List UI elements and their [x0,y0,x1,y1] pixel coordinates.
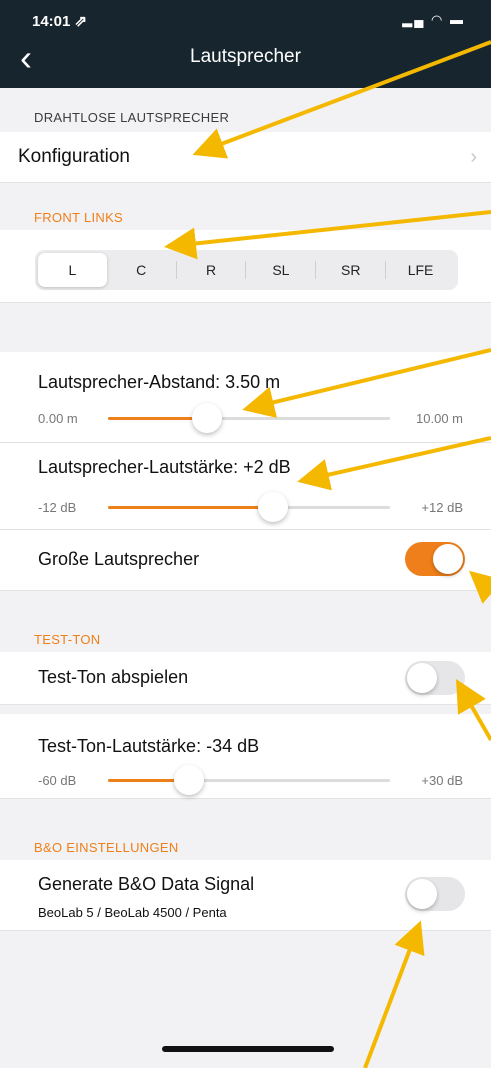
section-header-wireless: DRAHTLOSE LAUTSPRECHER [34,110,230,125]
segment-sr[interactable]: SR [316,253,385,287]
bo-signal-toggle[interactable] [405,877,465,911]
test-tone-volume-slider-thumb[interactable] [174,765,205,795]
page-title: Lautsprecher [190,46,301,67]
speaker-volume-slider-thumb[interactable] [257,492,288,522]
distance-max: 10.00 m [416,411,463,426]
configuration-label: Konfiguration [18,146,130,167]
home-indicator [162,1046,334,1052]
test-tone-volume-slider[interactable] [108,765,390,795]
distance-min: 0.00 m [38,411,78,426]
large-speakers-row: Große Lautsprecher [0,530,491,591]
annotation-arrow [363,920,425,1068]
large-speakers-toggle[interactable] [405,542,465,576]
toggle-knob [407,663,437,693]
speaker-volume-slider[interactable] [108,492,390,522]
test-tone-volume-max: +30 dB [421,773,463,788]
distance-slider[interactable] [108,403,390,433]
section-header-bo: B&O EINSTELLUNGEN [34,840,179,855]
segment-c[interactable]: C [107,253,176,287]
test-tone-play-row: Test-Ton abspielen [0,652,491,705]
segment-lfe[interactable]: LFE [386,253,455,287]
distance-row: Lautsprecher-Abstand: 3.50 m 0.00 m 10.0… [0,352,491,443]
test-tone-volume-min: -60 dB [38,773,77,788]
speaker-volume-label: Lautsprecher-Lautstärke: +2 dB [38,457,291,477]
test-tone-volume-label: Test-Ton-Lautstärke: -34 dB [38,736,260,756]
segment-l[interactable]: L [38,253,107,287]
toggle-knob [433,544,463,574]
speaker-volume-slider-fill [108,506,273,509]
status-bar: 14:01 ⇗ ▂▄ ◠ ▬ [0,0,491,36]
segment-r[interactable]: R [177,253,246,287]
bo-signal-subtext: BeoLab 5 / BeoLab 4500 / Penta [38,905,227,920]
configuration-row[interactable]: Konfiguration › [0,132,491,183]
toggle-knob [407,879,437,909]
status-time: 14:01 ⇗ [32,13,88,30]
test-tone-toggle[interactable] [405,661,465,695]
large-speakers-label: Große Lautsprecher [38,549,200,569]
distance-slider-thumb[interactable] [191,403,222,433]
test-tone-volume-row: Test-Ton-Lautstärke: -34 dB -60 dB +30 d… [0,714,491,799]
speaker-volume-row: Lautsprecher-Lautstärke: +2 dB -12 dB +1… [0,443,491,530]
test-tone-play-label: Test-Ton abspielen [38,667,189,687]
bo-signal-label: Generate B&O Data Signal [38,874,255,894]
nav-bar: ‹ Lautsprecher [0,36,491,88]
section-header-test-tone: TEST-TON [34,632,101,647]
status-icons: ▂▄ ◠ ▬ [402,12,465,27]
chevron-right-icon: › [470,146,477,168]
distance-label: Lautsprecher-Abstand: 3.50 m [38,372,281,392]
section-header-front: FRONT LINKS [34,210,124,225]
channel-segmented-control: L C R SL SR LFE [35,250,458,290]
segment-sl[interactable]: SL [246,253,315,287]
speaker-volume-max: +12 dB [421,500,463,515]
speaker-volume-min: -12 dB [38,500,77,515]
bo-signal-row: Generate B&O Data Signal BeoLab 5 / BeoL… [0,860,491,931]
